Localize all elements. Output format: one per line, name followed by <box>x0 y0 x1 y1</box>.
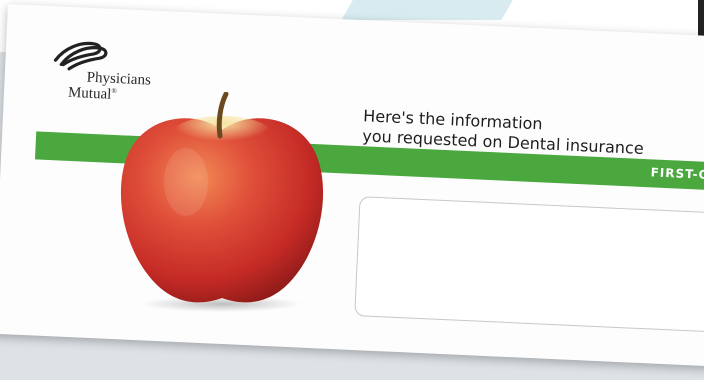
interlocked-loops-logo-icon <box>53 41 108 71</box>
logo-text-line2: Mutual® <box>68 85 117 104</box>
logo-text-line2-word: Mutual <box>67 84 112 103</box>
background-accent-shape <box>341 0 519 20</box>
postage-label: FIRST-CL <box>650 165 704 183</box>
address-window <box>354 196 704 335</box>
red-apple-icon <box>116 91 328 314</box>
envelope: Physicians Mutual® Here's the informatio… <box>0 4 704 367</box>
